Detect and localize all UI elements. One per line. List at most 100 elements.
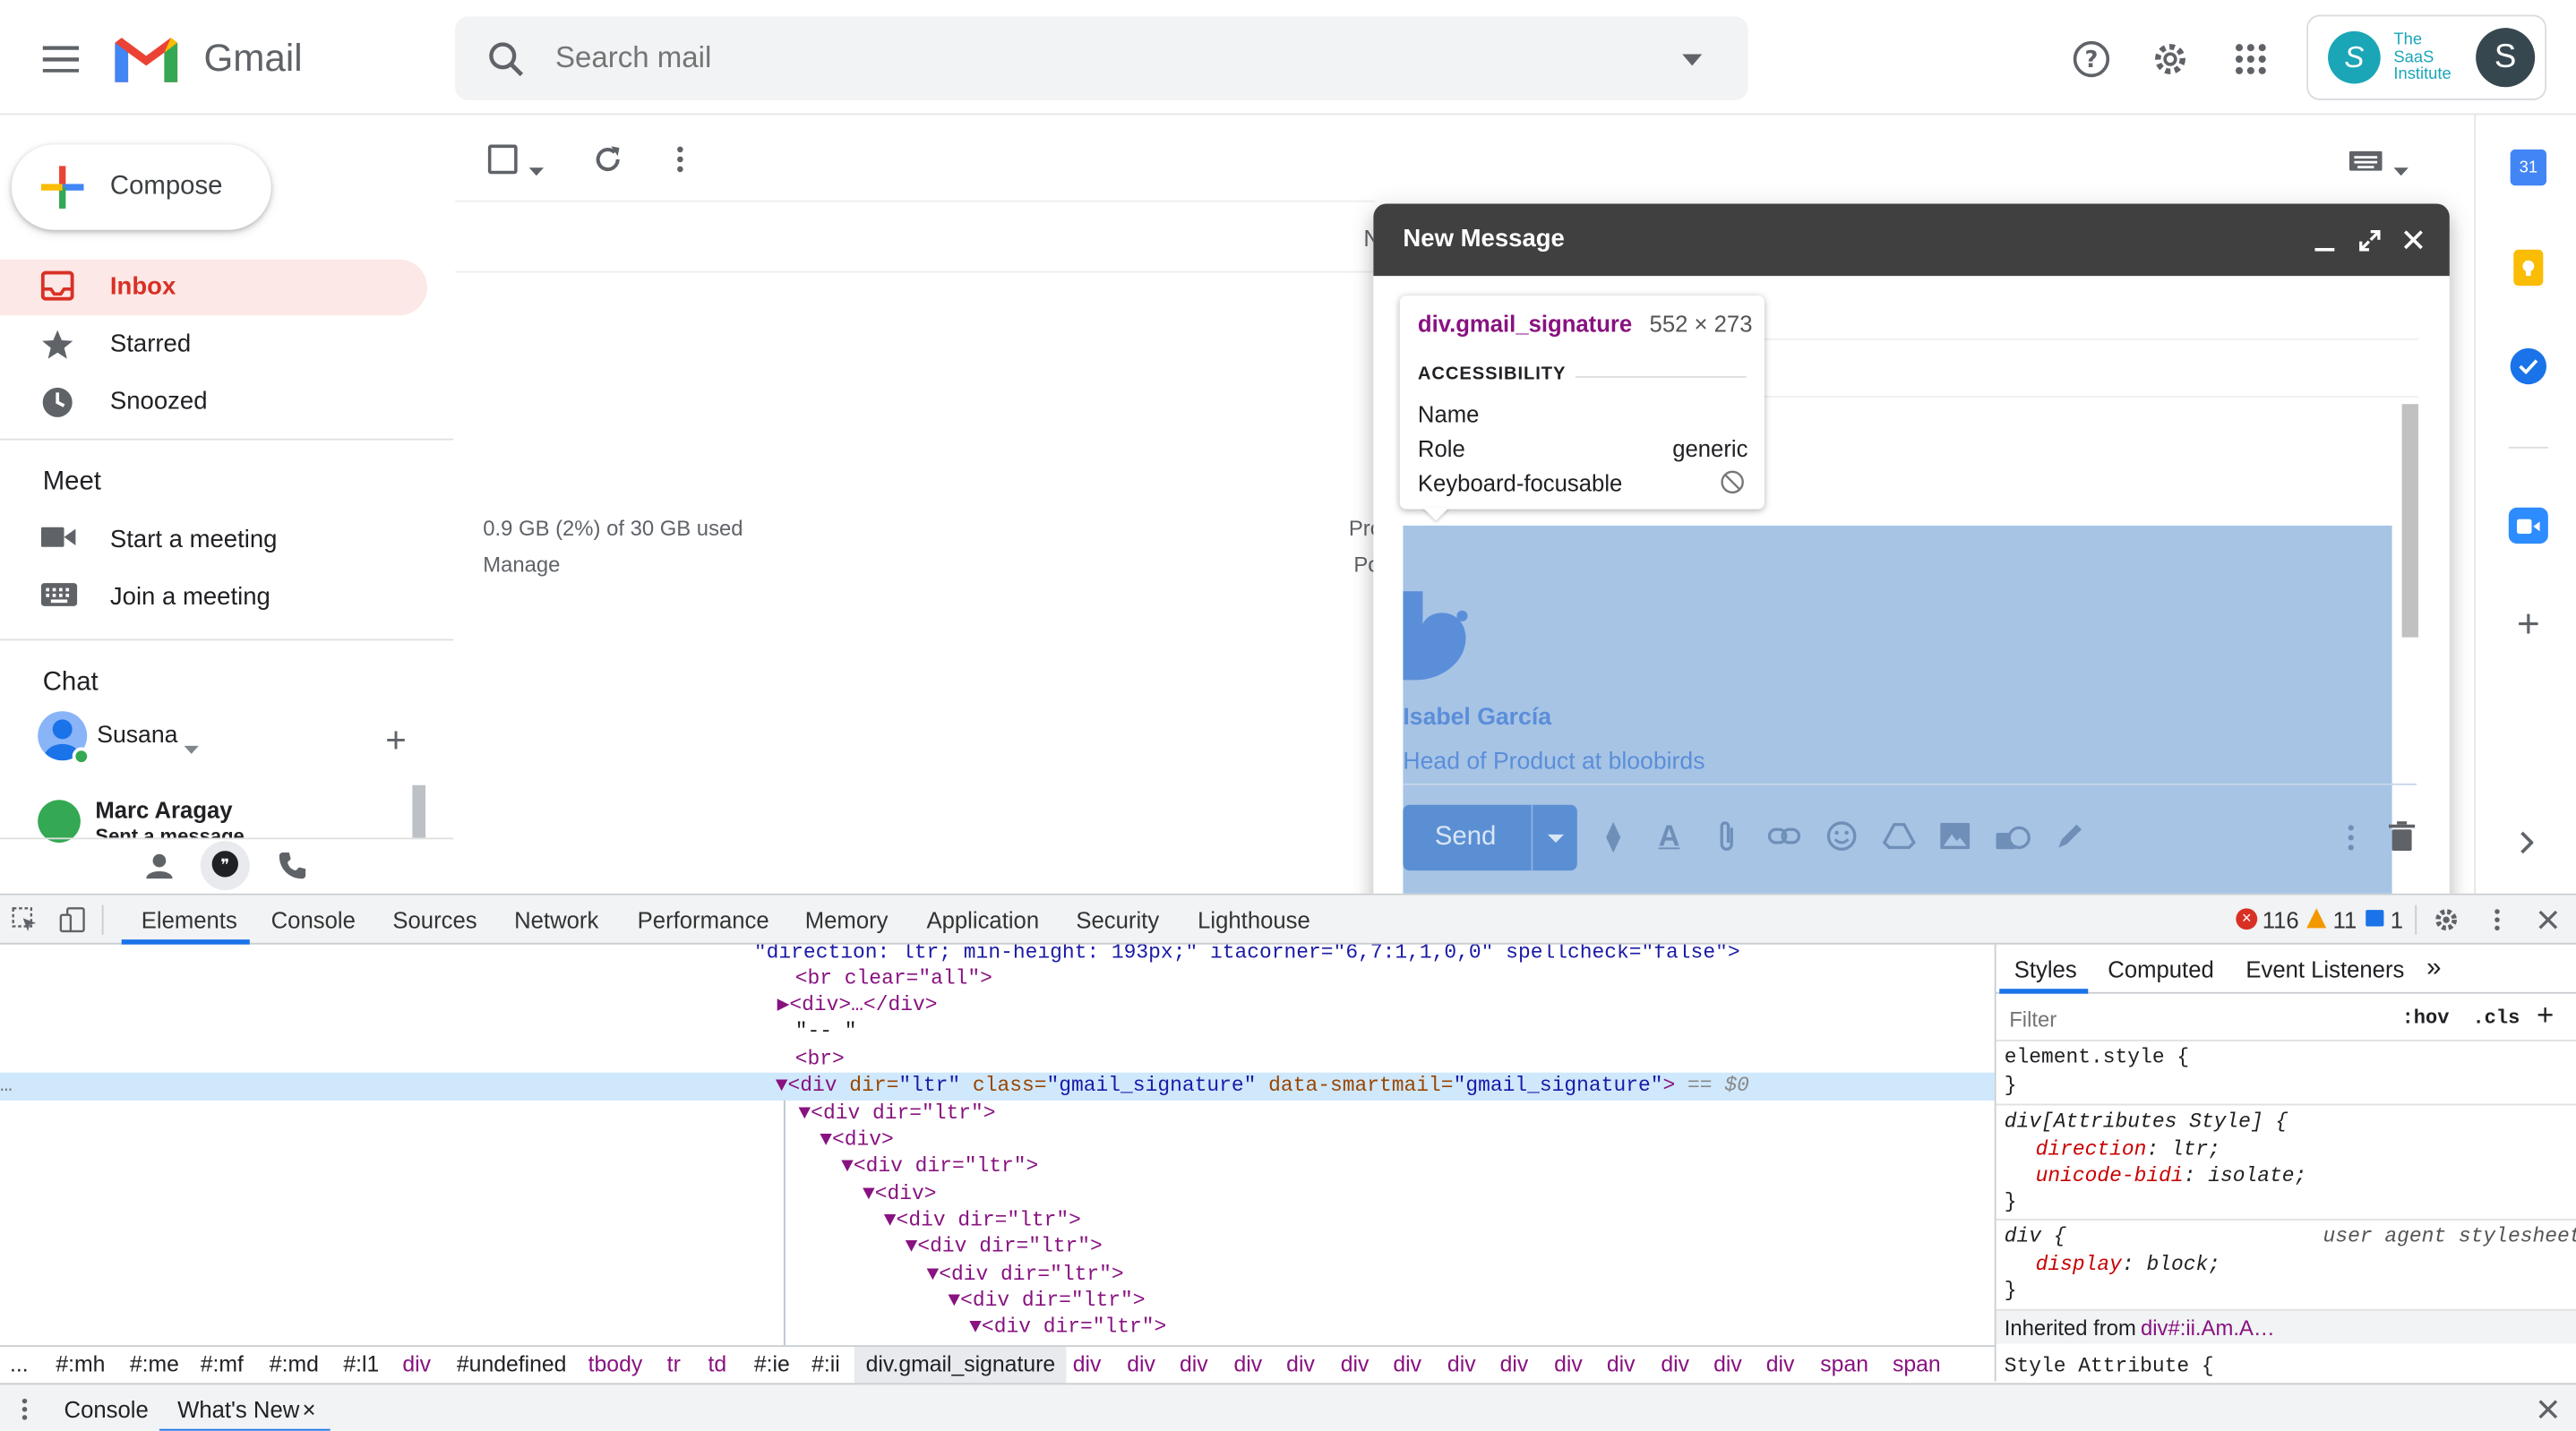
breadcrumb-item[interactable]: div (1393, 1347, 1421, 1383)
new-chat-plus-icon[interactable]: + (382, 719, 411, 760)
manage-storage-link[interactable]: Manage (483, 552, 560, 577)
hov-toggle[interactable]: :hov (2402, 1007, 2450, 1030)
breadcrumb-item[interactable]: div (1554, 1347, 1583, 1383)
styles-filter-input[interactable] (2002, 1000, 2384, 1037)
search-icon[interactable] (485, 38, 528, 81)
device-toolbar-icon[interactable] (57, 905, 87, 935)
tree-line[interactable]: ▼<div dir="ltr"> (798, 1101, 995, 1127)
breadcrumb-item[interactable]: #:me (130, 1347, 179, 1383)
hangouts-chat-icon[interactable]: ❞ (200, 841, 250, 891)
tab-computed[interactable]: Computed (2108, 945, 2213, 994)
tree-line[interactable]: ▼<div dir="ltr"> (906, 1233, 1103, 1259)
tab-elements[interactable]: Elements (142, 895, 237, 945)
search-bar[interactable] (455, 16, 1748, 100)
breadcrumb-item[interactable]: span (1820, 1347, 1868, 1383)
tab-application[interactable]: Application (926, 895, 1039, 945)
tab-console[interactable]: Console (271, 895, 356, 945)
style-declaration[interactable]: direction: ltr; (2036, 1138, 2220, 1161)
more-vert-icon[interactable] (664, 141, 697, 177)
inspect-element-icon[interactable] (10, 905, 39, 935)
avatar[interactable]: S (2476, 28, 2536, 88)
breadcrumb-item[interactable]: div (1286, 1347, 1315, 1383)
add-addon-plus-icon[interactable]: + (2511, 603, 2546, 647)
info-count[interactable]: 1 (2391, 895, 2403, 945)
breadcrumb-item[interactable]: td (708, 1347, 727, 1383)
tree-line[interactable]: ▼<div> (863, 1181, 937, 1207)
tab-network[interactable]: Network (514, 895, 598, 945)
breadcrumb-item[interactable]: div (1447, 1347, 1476, 1383)
breadcrumb-item[interactable]: #:md (270, 1347, 319, 1383)
breadcrumb-item[interactable]: tbody (588, 1347, 643, 1383)
tab-lighthouse[interactable]: Lighthouse (1198, 895, 1310, 945)
chevron-right-icon[interactable] (2511, 825, 2544, 861)
minimize-icon[interactable] (2310, 227, 2340, 256)
style-declaration[interactable]: display: block; (2036, 1253, 2220, 1276)
formatting-icon[interactable]: A (1648, 815, 1691, 858)
gmail-logo-icon[interactable] (112, 33, 181, 94)
breadcrumb-item[interactable]: #:ie (754, 1347, 790, 1383)
tasks-icon[interactable] (2510, 347, 2547, 385)
sidebar-item-starred[interactable]: Starred (0, 317, 427, 373)
rule-selector[interactable]: div[Attributes Style] { (2005, 1110, 2288, 1134)
signature-pen-icon[interactable] (2048, 815, 2091, 858)
tab-sources[interactable]: Sources (392, 895, 477, 945)
breadcrumb-item[interactable]: div (1180, 1347, 1208, 1383)
breadcrumb-item[interactable]: div (1607, 1347, 1636, 1383)
breadcrumb-item[interactable]: #:mf (201, 1347, 244, 1383)
cls-toggle[interactable]: .cls (2472, 1007, 2520, 1030)
main-menu-icon[interactable] (36, 39, 85, 79)
new-style-rule-plus-icon[interactable]: + (2537, 998, 2554, 1033)
rule-selector[interactable]: div { (2005, 1225, 2066, 1248)
tab-event-listeners[interactable]: Event Listeners (2245, 945, 2404, 994)
compose-title-bar[interactable]: New Message (1373, 203, 2450, 277)
fullscreen-icon[interactable] (2354, 225, 2383, 254)
selected-node-line[interactable]: ▼<div dir="ltr" class="gmail_signature" … (776, 1073, 1749, 1099)
breadcrumb-item[interactable]: div (1661, 1347, 1689, 1383)
breadcrumb-item[interactable]: div (1341, 1347, 1370, 1383)
tree-line[interactable]: ▼<div> (820, 1127, 894, 1153)
breadcrumb-item[interactable]: div (1766, 1347, 1795, 1383)
warning-count[interactable]: 11 (2333, 895, 2357, 945)
photo-icon[interactable] (1934, 815, 1977, 858)
inherited-selector[interactable]: div#:ii.Am.A… (2141, 1315, 2275, 1341)
link-icon[interactable] (1763, 815, 1806, 858)
join-meeting-button[interactable]: Join a meeting (0, 570, 427, 625)
dropbox-icon[interactable]: ⧫ (1592, 815, 1635, 858)
compose-button[interactable]: Compose (11, 144, 271, 230)
discard-trash-icon[interactable] (2385, 818, 2418, 853)
drawer-tab-console[interactable]: Console (64, 1384, 149, 1430)
contact-avatar[interactable] (38, 800, 81, 843)
breadcrumb-item[interactable]: #undefined (457, 1347, 567, 1383)
devtools-settings-icon[interactable] (2432, 905, 2461, 935)
input-tools-chevron-down-icon[interactable] (2393, 154, 2409, 184)
confidential-mode-icon[interactable] (1991, 815, 2034, 858)
breadcrumb-item[interactable]: div.gmail_signature (854, 1347, 1067, 1384)
tab-memory[interactable]: Memory (805, 895, 889, 945)
tree-line[interactable]: "-- " (795, 1018, 857, 1044)
send-options-chevron-down-icon[interactable] (1534, 805, 1577, 870)
tab-security[interactable]: Security (1076, 895, 1159, 945)
search-options-icon[interactable] (1674, 46, 1710, 72)
tree-line[interactable]: ▼<div dir="ltr"> (948, 1288, 1145, 1314)
breadcrumb-item[interactable]: tr (667, 1347, 681, 1383)
send-button[interactable]: Send (1403, 804, 1577, 871)
rule-selector[interactable]: element.style { (2005, 1046, 2189, 1069)
tree-line[interactable]: ▼<div dir="ltr"> (926, 1262, 1123, 1288)
tree-line[interactable]: ▼<div dir="ltr"> (884, 1207, 1081, 1233)
close-tab-icon[interactable]: × (302, 1384, 315, 1430)
breadcrumb-item[interactable]: #:mh (56, 1347, 105, 1383)
more-tabs-icon[interactable]: » (2426, 945, 2441, 994)
select-menu-chevron-down-icon[interactable] (528, 154, 545, 184)
breadcrumb-item[interactable]: ... (10, 1347, 29, 1383)
apps-grid-icon[interactable] (2228, 36, 2273, 81)
breadcrumb-item[interactable]: div (402, 1347, 431, 1383)
tree-line[interactable]: ▶<div>…</div> (777, 992, 938, 1018)
tree-line[interactable]: "direction: ltr; min-height: 193px;" ita… (754, 945, 1740, 966)
keep-icon[interactable] (2513, 249, 2544, 287)
breadcrumb-item[interactable]: #:l1 (343, 1347, 379, 1383)
style-declaration[interactable]: unicode-bidi: isolate; (2036, 1164, 2307, 1187)
breadcrumb-item[interactable]: div (1713, 1347, 1742, 1383)
drawer-close-icon[interactable] (2533, 1394, 2563, 1424)
tab-styles[interactable]: Styles (2014, 945, 2077, 994)
tab-performance[interactable]: Performance (638, 895, 769, 945)
